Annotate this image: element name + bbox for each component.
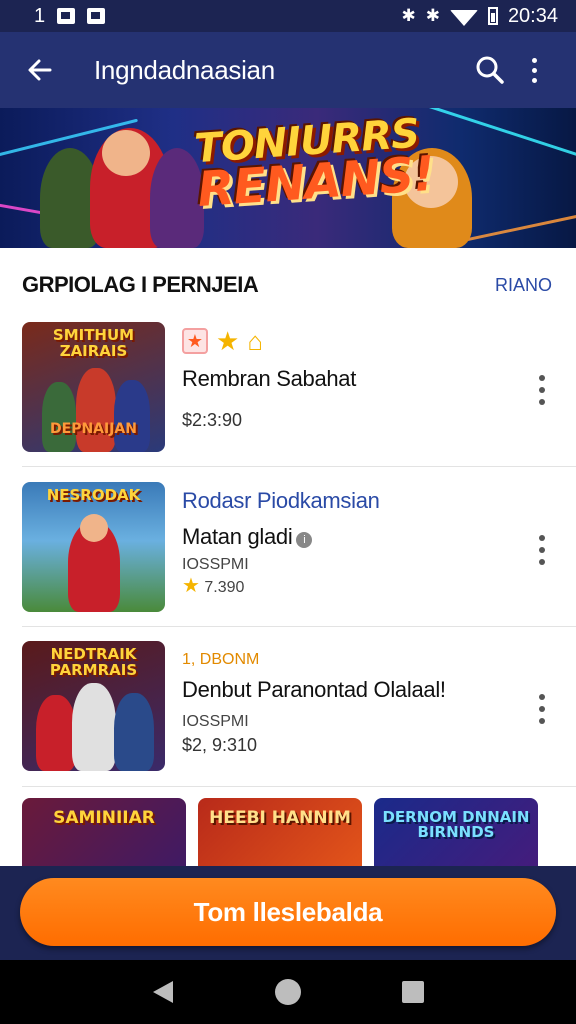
item-headline: Rodasr Piodkamsian: [182, 488, 380, 513]
featured-tiles: SAMINIIAR HEEBI HANNIM DERNOM DNNAIN BIR…: [22, 798, 576, 866]
item-details: Rodasr Piodkamsian Matan gladi i IOSSPMI …: [182, 482, 514, 612]
square-recents-icon: [402, 981, 425, 1003]
primary-action-button[interactable]: Tom lleslebalda: [20, 878, 556, 946]
thumb-figure: [72, 683, 116, 771]
section-header: GRPIOLAG I PERNJEIA RIANO: [22, 272, 552, 298]
item-details: 1, DBONM Denbut Paranontad Olalaal! IOSS…: [182, 641, 520, 771]
list-item[interactable]: NEDTRAIK PARMRAIS 1, DBONM Denbut Parano…: [22, 641, 554, 771]
thumb-figure: [114, 693, 154, 771]
divider: [22, 626, 576, 627]
promo-banner[interactable]: TONIURRS RENANS!: [0, 108, 576, 248]
status-right: ✱ ✱ 20:34: [401, 5, 558, 28]
tile-title: DERNOM DNNAIN BIRNNDS: [382, 808, 530, 841]
circle-home-icon: [274, 979, 301, 1005]
item-name: Rembran Sabahat: [182, 366, 357, 391]
item-more-button[interactable]: [530, 687, 554, 731]
item-more-button[interactable]: [530, 368, 554, 412]
thumb-title: NEDTRAIK PARMRAIS: [22, 646, 165, 679]
item-price: $2:3:90: [182, 410, 243, 430]
back-button[interactable]: [20, 50, 60, 90]
hero-face: [102, 130, 150, 176]
arrow-left-icon: [28, 59, 52, 81]
page-title: Ingndadnaasian: [94, 54, 275, 85]
thumb-title-line: PARMRAIS: [49, 660, 138, 679]
search-icon: [476, 56, 504, 84]
thumb-caption: DEPNAIJAN: [50, 421, 137, 437]
wifi-icon: [449, 10, 478, 26]
status-left: 1: [34, 4, 106, 28]
item-name-row: Matan gladi i: [182, 524, 514, 550]
featured-tile[interactable]: DERNOM DNNAIN BIRNNDS: [374, 798, 538, 866]
thumb-figure: [36, 695, 76, 771]
triangle-back-icon: [152, 981, 173, 1003]
info-icon[interactable]: i: [296, 531, 313, 548]
thumb-title: NESRODAK: [46, 486, 141, 504]
item-meta: IOSSPMI: [182, 713, 249, 730]
star-icon: ★: [182, 575, 200, 597]
section-title: GRPIOLAG I PERNJEIA: [22, 272, 259, 297]
item-meta: IOSSPMI: [182, 556, 249, 573]
home-star-icon: ⌂: [247, 326, 264, 356]
vibrate-icon: ✱: [425, 6, 440, 25]
game-thumbnail: SMITHUM ZAIRAIS DEPNAIJAN: [22, 322, 165, 452]
status-time: 20:34: [507, 4, 558, 27]
thumb-title: SMITHUM ZAIRAIS: [22, 327, 165, 360]
notification-icon: [57, 8, 76, 24]
item-name: Denbut Paranontad Olalaal!: [182, 677, 446, 702]
item-more-button[interactable]: [530, 528, 554, 572]
item-badge: 1, DBONM: [182, 651, 260, 668]
item-details: ★ ★ ⌂ Rembran Sabahat $2:3:90: [182, 322, 514, 452]
thumb-figure: [76, 368, 116, 452]
rating-value: 7.390: [204, 579, 245, 596]
featured-tile[interactable]: HEEBI HANNIM: [198, 798, 362, 866]
flag-icon: [87, 8, 106, 24]
game-thumbnail: NESRODAK: [22, 482, 165, 612]
item-price: $2, 9:310: [182, 735, 258, 755]
favorite-badge-icon: ★: [182, 328, 208, 354]
system-navigation-bar: [0, 960, 576, 1024]
thumb-figure: [114, 380, 150, 452]
game-thumbnail: NEDTRAIK PARMRAIS: [22, 641, 165, 771]
app-bar: Ingndadnaasian: [0, 32, 576, 108]
list-item[interactable]: NESRODAK Rodasr Piodkamsian Matan gladi i…: [22, 482, 554, 612]
divider: [22, 466, 576, 467]
nav-back-button[interactable]: [143, 972, 183, 1012]
item-name: Matan gladi: [182, 524, 293, 549]
featured-tile[interactable]: SAMINIIAR: [22, 798, 186, 866]
search-button[interactable]: [468, 48, 512, 92]
banner-title: TONIURRS RENANS!: [193, 111, 436, 218]
status-bar: 1 ✱ ✱ 20:34: [0, 0, 576, 32]
thumb-face: [80, 514, 108, 542]
bluetooth-icon: ✱: [401, 6, 416, 25]
overflow-menu-button[interactable]: [512, 48, 556, 92]
status-number: 1: [34, 4, 46, 27]
star-icon: ★: [216, 326, 240, 356]
list-item[interactable]: SMITHUM ZAIRAIS DEPNAIJAN ★ ★ ⌂ Rembran …: [22, 322, 554, 452]
tile-title: HEEBI HANNIM: [209, 808, 351, 828]
divider: [22, 786, 576, 787]
more-vert-icon: [531, 57, 537, 83]
section-see-all-link[interactable]: RIANO: [495, 275, 552, 296]
battery-icon: [487, 7, 498, 25]
thumb-figure: [42, 382, 76, 452]
tile-title: SAMINIIAR: [53, 808, 155, 828]
nav-recents-button[interactable]: [393, 972, 433, 1012]
thumb-title-line: ZAIRAIS: [59, 341, 128, 360]
item-rating: ★ 7.390: [182, 576, 514, 597]
rating-row: ★ ★ ⌂: [182, 328, 514, 354]
nav-home-button[interactable]: [268, 972, 308, 1012]
